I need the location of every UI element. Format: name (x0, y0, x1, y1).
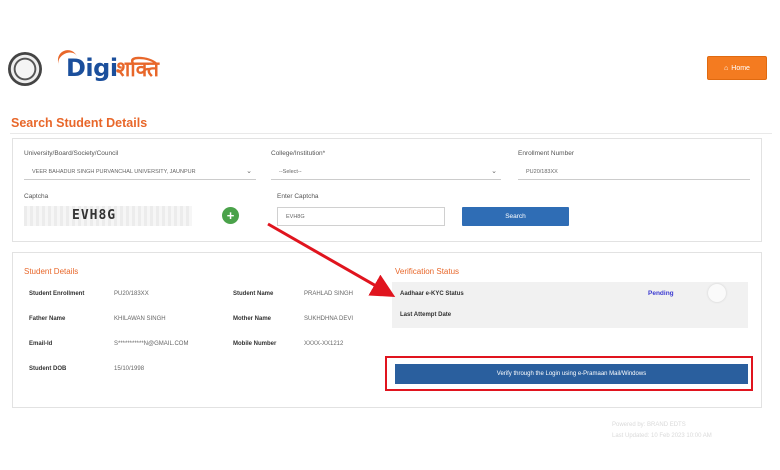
footer-last-updated: Last Updated: 10 Feb 2023 10:00 AM (612, 433, 712, 439)
footer-powered-by: Powered by: BRAND EDTS (612, 422, 686, 428)
annotation-arrow-icon (267, 222, 396, 297)
